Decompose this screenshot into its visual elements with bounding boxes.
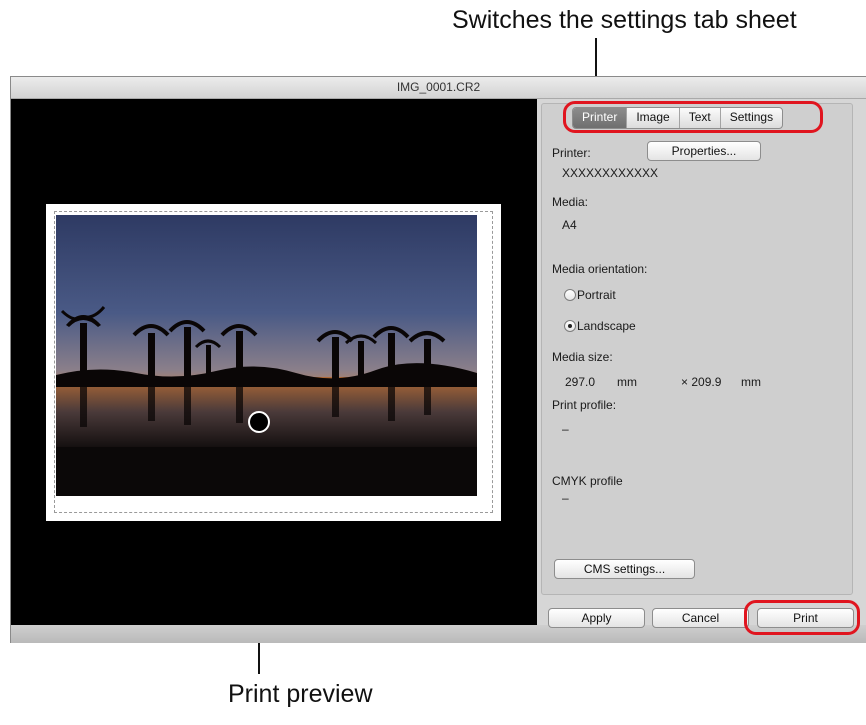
print-profile-value: – — [562, 422, 569, 436]
media-width-value: 297.0 — [565, 375, 596, 389]
print-window: IMG_0001.CR2 — [10, 76, 866, 643]
cmyk-profile-value: – — [562, 491, 569, 505]
print-profile-label: Print profile: — [552, 398, 617, 412]
apply-button[interactable]: Apply — [548, 608, 645, 628]
properties-button[interactable]: Properties... — [647, 141, 761, 161]
printer-label: Printer: — [552, 146, 591, 160]
landscape-label[interactable]: Landscape — [577, 319, 636, 333]
callout-dot — [248, 411, 270, 433]
preview-photo — [56, 215, 477, 496]
cms-settings-button[interactable]: CMS settings... — [554, 559, 695, 579]
paper-sheet — [46, 204, 501, 521]
cancel-button[interactable]: Cancel — [652, 608, 749, 628]
media-value: A4 — [562, 218, 577, 232]
media-label: Media: — [552, 195, 589, 209]
window-title[interactable]: IMG_0001.CR2 — [11, 77, 866, 99]
callout-print-preview-label: Print preview — [228, 680, 373, 708]
tab-bar-highlight — [563, 101, 823, 133]
landscape-radio[interactable] — [564, 320, 576, 332]
print-button-highlight — [744, 600, 860, 635]
media-height-value: × 209.9 — [681, 375, 722, 389]
media-height-unit: mm — [741, 375, 761, 389]
printer-name: XXXXXXXXXXXX — [562, 166, 659, 180]
orientation-label: Media orientation: — [552, 262, 648, 276]
baobab-sunset-image — [56, 215, 477, 496]
print-preview-area — [11, 99, 537, 625]
media-width-unit: mm — [617, 375, 637, 389]
portrait-label[interactable]: Portrait — [577, 288, 616, 302]
callout-tab-switch-label: Switches the settings tab sheet — [452, 6, 797, 34]
cmyk-profile-label: CMYK profile — [552, 474, 623, 488]
portrait-radio[interactable] — [564, 289, 576, 301]
media-size-label: Media size: — [552, 350, 613, 364]
